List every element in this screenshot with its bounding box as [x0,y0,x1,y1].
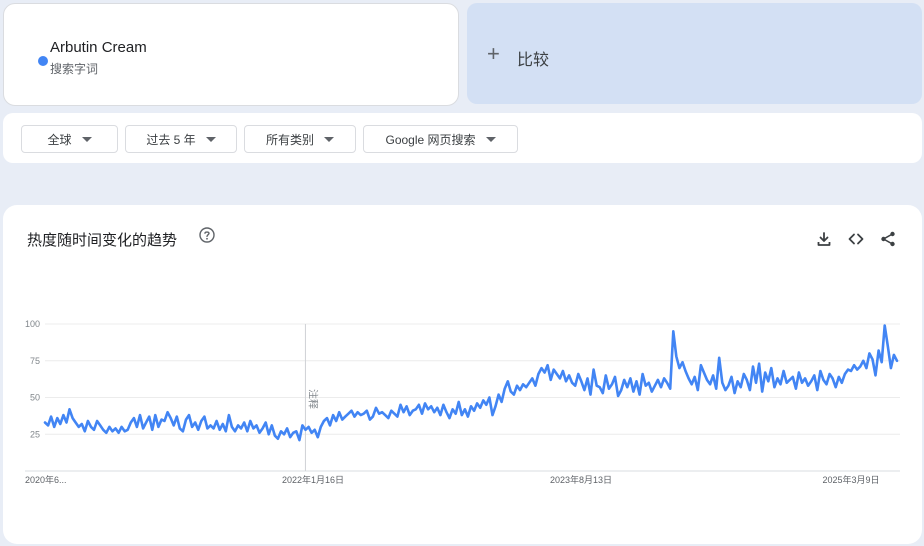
chevron-down-icon [81,136,92,142]
category-filter[interactable]: 所有类别 [244,125,356,153]
filter-bar: 全球 过去 5 年 所有类别 Google 网页搜索 [3,113,922,163]
interest-over-time-card: 25 50 75 100 2020年6... 2022年1月16日 2023年8月13日 2… [3,205,922,544]
add-compare-button[interactable]: + 比较 [467,3,922,104]
search-term-name[interactable]: Arbutin Cream [50,39,147,56]
search-type-filter-label: Google 网页搜索 [385,132,476,147]
region-filter[interactable]: 全球 [21,125,118,153]
chart-title: 热度随时间变化的趋势 [27,232,178,249]
x-tick-label: 2022年1月16日 [282,474,344,485]
search-type-filter[interactable]: Google 网页搜索 [363,125,518,153]
time-range-filter[interactable]: 过去 5 年 [125,125,237,153]
annotation-label[interactable]: 注释 [306,389,319,409]
compare-label: 比较 [517,52,550,69]
chevron-down-icon [205,136,216,142]
series-color-dot [38,56,48,66]
chevron-down-icon [485,136,496,142]
chevron-down-icon [324,136,334,142]
y-tick-label: 50 [30,393,40,403]
y-tick-label: 100 [25,319,40,329]
y-tick-label: 25 [30,429,40,439]
x-tick-label: 2020年6... [25,474,67,485]
share-icon[interactable] [879,230,897,248]
region-filter-label: 全球 [47,132,72,147]
search-term-type: 搜索字词 [50,62,99,76]
y-tick-label: 75 [30,356,40,366]
time-range-filter-label: 过去 5 年 [146,132,196,147]
embed-icon[interactable] [847,230,865,248]
category-filter-label: 所有类别 [265,132,314,147]
series-line [43,324,899,442]
x-tick-label: 2023年8月13日 [550,474,612,485]
help-icon[interactable] [199,227,215,243]
search-term-card[interactable]: Arbutin Cream 搜索字词 [3,3,459,106]
x-tick-label: 2025年3月9日 [822,474,879,485]
download-icon[interactable] [815,230,833,248]
interest-chart: 25 50 75 100 2020年6... 2022年1月16日 2023年8月13日 2… [25,319,900,485]
plus-icon: + [487,41,500,66]
